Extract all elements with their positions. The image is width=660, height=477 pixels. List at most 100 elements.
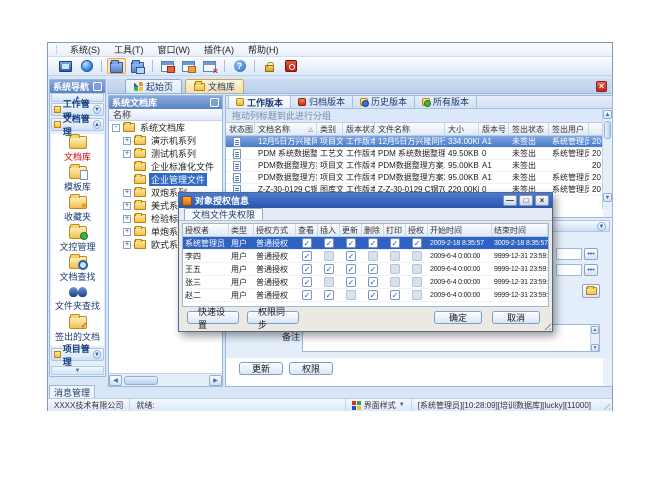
dialog-column-header-4[interactable]: 查看	[296, 224, 318, 236]
chevron-down-icon[interactable]: ▼	[93, 105, 101, 114]
tab-start-page[interactable]: 起始页	[125, 79, 182, 93]
tab-work-version[interactable]: 工作版本	[228, 95, 291, 108]
menu-item-tools[interactable]: 工具(T)	[107, 42, 151, 57]
checkbox-checked-icon[interactable]: ✓	[302, 264, 312, 274]
toolbar-button-window-close[interactable]	[200, 58, 219, 74]
sidebar-item-checked-out-docs[interactable]: 签出的文档	[51, 314, 104, 344]
interface-style-selector[interactable]: 界面样式 ▼	[346, 399, 412, 411]
checkbox-checked-icon[interactable]: ✓	[346, 238, 356, 248]
scroll-right-icon[interactable]: ▶	[209, 375, 222, 386]
minimize-icon[interactable]: —	[503, 195, 517, 206]
toolbar-button-lock[interactable]	[260, 58, 279, 74]
remark-scrollbar[interactable]: ▲ ▼	[590, 325, 599, 351]
checkbox-checked-icon[interactable]: ✓	[346, 277, 356, 287]
toolbar-button-power[interactable]	[281, 58, 300, 74]
checkbox-checked-icon[interactable]: ✓	[368, 238, 378, 248]
toolbar-button-computer[interactable]	[56, 58, 75, 74]
toolbar-button-window-mail[interactable]	[158, 58, 177, 74]
chevron-up-icon[interactable]: ▲	[93, 120, 101, 129]
sidebar-panel-project-mgmt[interactable]: 项目管理▼	[51, 348, 104, 361]
tab-history-version[interactable]: 历史版本	[353, 95, 415, 108]
authorization-row[interactable]: 张三用户普通授权✓✓✓2009-6-4 0:00:009999-12-31 23…	[183, 276, 548, 289]
browse-folder-button[interactable]	[582, 284, 600, 298]
scroll-down-icon[interactable]: ▼	[603, 193, 612, 202]
permission-button[interactable]: 权限	[289, 362, 333, 375]
checkbox-unchecked-icon[interactable]	[412, 251, 422, 261]
expand-icon[interactable]: +	[123, 202, 131, 210]
dialog-column-header-8[interactable]: 打印	[384, 224, 406, 236]
column-header-7[interactable]: 版本号	[479, 123, 509, 135]
dialog-title-bar[interactable]: 对象授权信息 — □ ×	[179, 193, 552, 208]
sidebar-item-doc-search[interactable]: 文档查找	[51, 254, 104, 284]
tree-item[interactable]: 企业标准化文件	[109, 160, 222, 173]
close-tab-icon[interactable]: ×	[596, 81, 607, 92]
tab-archive-version[interactable]: 归档版本	[291, 95, 353, 108]
column-header-10[interactable]	[589, 123, 603, 135]
checkbox-checked-icon[interactable]: ✓	[368, 277, 378, 287]
checkbox-unchecked-icon[interactable]	[324, 251, 334, 261]
collapse-chevron-icon[interactable]: ▼	[597, 222, 606, 231]
sidebar-item-template-library[interactable]: 模板库	[51, 164, 104, 194]
authorization-row[interactable]: 李四用户普通授权✓✓2009-6-4 0:00:009999-12-31 23:…	[183, 250, 548, 263]
toolbar-button-folders[interactable]	[128, 58, 147, 74]
tree-item[interactable]: -系统文档库	[109, 121, 222, 134]
column-header-1[interactable]: 状态图	[226, 123, 255, 135]
sidebar-item-doc-control[interactable]: 文控管理	[51, 224, 104, 254]
column-header-9[interactable]: 签出用户	[549, 123, 589, 135]
expand-icon[interactable]: +	[123, 189, 131, 197]
checkbox-checked-icon[interactable]: ✓	[302, 238, 312, 248]
table-row[interactable]: PDM 系统数据整理检…工艺文档工作版本PDM 系统数据整理…49.50KB0未…	[226, 148, 603, 160]
menu-item-plugins[interactable]: 插件(A)	[197, 42, 241, 57]
authorization-row[interactable]: 赵二用户普通授权✓✓✓✓2009-6-4 0:00:009999-12-31 2…	[183, 289, 548, 302]
column-header-8[interactable]: 签出状态	[509, 123, 549, 135]
collapse-icon[interactable]: -	[112, 124, 120, 132]
dialog-column-header-3[interactable]: 授权方式	[254, 224, 296, 236]
checkbox-unchecked-icon[interactable]	[390, 277, 400, 287]
resize-grip[interactable]	[601, 401, 610, 410]
chevron-down-icon[interactable]: ▼	[93, 350, 101, 359]
dialog-column-header-5[interactable]: 插入	[318, 224, 340, 236]
toolbar-button-window-grid[interactable]	[179, 58, 198, 74]
toolbar-button-help[interactable]: ?	[230, 58, 249, 74]
quick-setup-button[interactable]: 快速设置	[187, 311, 239, 324]
column-header-4[interactable]: 版本状态	[343, 123, 375, 135]
dialog-column-header-7[interactable]: 删除	[362, 224, 384, 236]
property-field[interactable]	[556, 264, 582, 276]
tree-item[interactable]: +测试机系列	[109, 147, 222, 160]
sidebar-item-favorites[interactable]: 收藏夹	[51, 194, 104, 224]
permission-sync-button[interactable]: 权限同步	[247, 311, 299, 324]
update-button[interactable]: 更新	[239, 362, 283, 375]
column-header-5[interactable]: 文件名称	[375, 123, 445, 135]
checkbox-unchecked-icon[interactable]	[368, 251, 378, 261]
checkbox-checked-icon[interactable]: ✓	[324, 290, 334, 300]
authorization-row[interactable]: 系统管理员用户普通授权✓✓✓✓✓✓2009-2-18 8:35:573009-2…	[183, 237, 548, 250]
tab-all-version[interactable]: 所有版本	[415, 95, 477, 108]
checkbox-checked-icon[interactable]: ✓	[302, 251, 312, 261]
checkbox-unchecked-icon[interactable]	[390, 251, 400, 261]
sidebar-item-folder-search[interactable]: 文件夹查找	[51, 284, 104, 314]
scroll-up-icon[interactable]: ▲	[591, 326, 599, 334]
scrollbar-thumb[interactable]	[124, 376, 158, 385]
dialog-column-header-6[interactable]: 更新	[340, 224, 362, 236]
table-vertical-scrollbar[interactable]: ▲ ▼	[602, 109, 612, 209]
menu-item-window[interactable]: 窗口(W)	[151, 42, 198, 57]
menu-item-help[interactable]: 帮助(H)	[241, 42, 286, 57]
checkbox-unchecked-icon[interactable]	[412, 277, 422, 287]
scrollbar-thumb[interactable]	[604, 121, 611, 139]
dialog-column-header-9[interactable]: 授权	[406, 224, 428, 236]
property-field[interactable]	[556, 248, 582, 260]
checkbox-unchecked-icon[interactable]	[390, 264, 400, 274]
tab-doc-library[interactable]: 文档库	[185, 79, 244, 93]
toolbar-button-folder[interactable]	[107, 58, 126, 74]
column-header-3[interactable]: 类别	[317, 123, 343, 135]
authorization-row[interactable]: 王五用户普通授权✓✓✓✓2009-6-4 0:00:009999-12-31 2…	[183, 263, 548, 276]
tree-item[interactable]: +演示机系列	[109, 134, 222, 147]
checkbox-checked-icon[interactable]: ✓	[412, 238, 422, 248]
tree-column-header[interactable]: 名称	[109, 109, 222, 121]
sidebar-panel-doc-mgmt[interactable]: 文档管理▲	[51, 118, 104, 131]
checkbox-unchecked-icon[interactable]	[346, 290, 356, 300]
checkbox-checked-icon[interactable]: ✓	[346, 251, 356, 261]
ellipsis-button[interactable]: •••	[584, 248, 598, 260]
checkbox-checked-icon[interactable]: ✓	[390, 238, 400, 248]
expand-icon[interactable]: +	[123, 228, 131, 236]
